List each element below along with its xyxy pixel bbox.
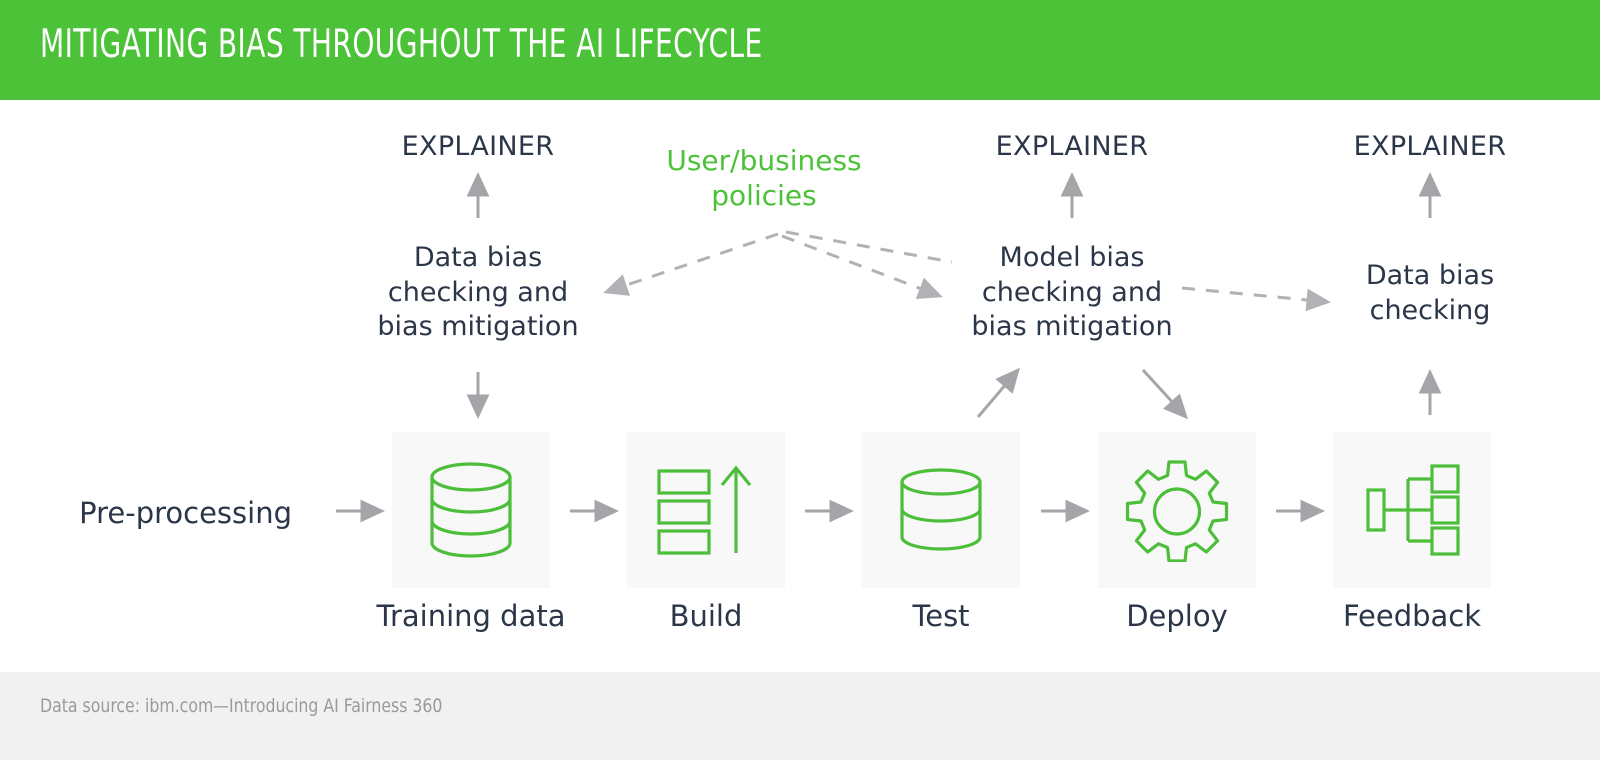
explainer-label-1: EXPLAINER (401, 131, 555, 162)
gear-icon (1125, 460, 1229, 562)
stage-box-build[interactable] (627, 432, 785, 588)
data-source-note: Data source: ibm.com—Introducing AI Fair… (40, 695, 443, 717)
stage-box-feedback[interactable] (1333, 432, 1491, 588)
stage-box-training-data[interactable] (392, 432, 550, 588)
policy-dashed-left (603, 232, 779, 296)
model-bias-note: Model bias checking and bias mitigation (971, 242, 1173, 343)
explainer-label-3: EXPLAINER (1353, 131, 1507, 162)
connector-layer (336, 171, 1442, 523)
stage-label-feedback: Feedback (1342, 599, 1482, 633)
data-bias-note-left: Data bias checking and bias mitigation (377, 242, 579, 343)
footer-bar: Data source: ibm.com—Introducing AI Fair… (0, 672, 1600, 760)
note-to-deploy-arrow (1141, 368, 1189, 420)
database-cylinder-icon (900, 468, 982, 551)
header-bar: MITIGATING BIAS THROUGHOUT THE AI LIFECY… (0, 0, 1600, 100)
infographic-page: MITIGATING BIAS THROUGHOUT THE AI LIFECY… (0, 0, 1600, 760)
page-title: MITIGATING BIAS THROUGHOUT THE AI LIFECY… (40, 22, 763, 67)
test-to-note-arrow (976, 367, 1020, 418)
policy-dashed-right-upper (785, 230, 953, 264)
data-bias-note-right: Data bias checking (1365, 260, 1495, 326)
build-bars-arrow-icon (657, 465, 752, 555)
policy-dashed-right-lower (781, 234, 943, 299)
stage-label-training-data: Training data (376, 599, 566, 633)
stage-label-build: Build (669, 599, 743, 633)
stage-label-deploy: Deploy (1126, 599, 1228, 633)
stage-box-test[interactable] (862, 432, 1020, 588)
hierarchy-tree-icon (1366, 464, 1460, 556)
explainer-label-2: EXPLAINER (995, 131, 1149, 162)
user-business-policies-note: User/business policies (666, 144, 862, 212)
stage-label-test: Test (912, 599, 970, 633)
stage-box-deploy[interactable] (1098, 432, 1256, 588)
database-cylinder-icon (430, 462, 512, 558)
pre-processing-label: Pre-processing (79, 496, 292, 530)
